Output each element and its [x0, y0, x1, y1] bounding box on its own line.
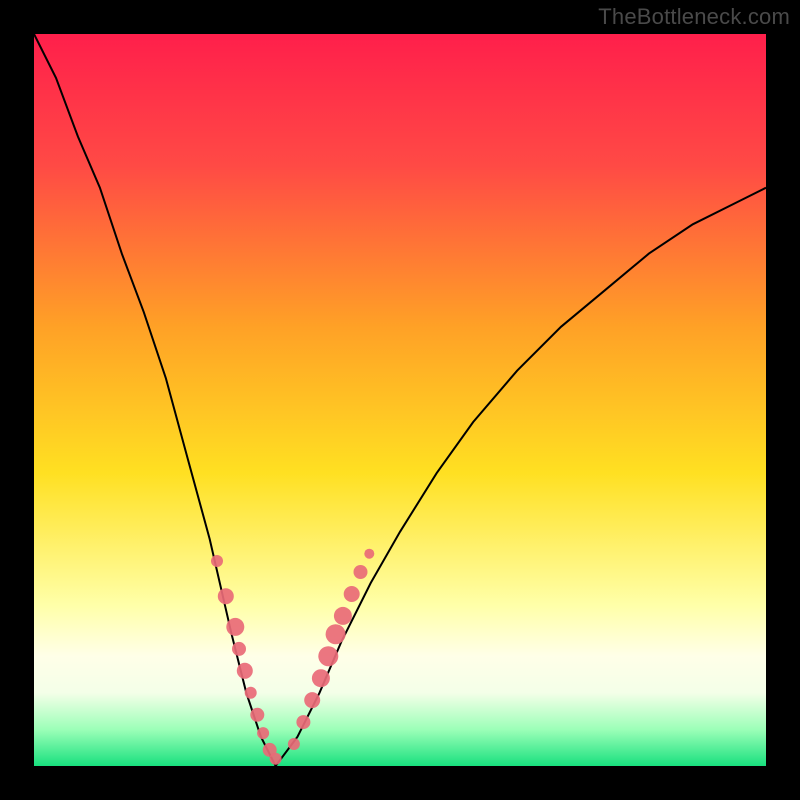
marker-left [270, 753, 282, 765]
marker-left [257, 727, 269, 739]
marker-right [364, 549, 374, 559]
marker-left [250, 708, 264, 722]
marker-left [237, 663, 253, 679]
marker-right [326, 624, 346, 644]
marker-right [304, 692, 320, 708]
marker-right [296, 715, 310, 729]
marker-left [218, 588, 234, 604]
marker-left [245, 687, 257, 699]
marker-left [226, 618, 244, 636]
plot-area [34, 34, 766, 766]
marker-right [312, 669, 330, 687]
chart-frame: TheBottleneck.com [0, 0, 800, 800]
marker-right [288, 738, 300, 750]
marker-right [334, 607, 352, 625]
bottleneck-chart [34, 34, 766, 766]
marker-left [232, 642, 246, 656]
marker-right [354, 565, 368, 579]
watermark-label: TheBottleneck.com [598, 4, 790, 30]
marker-right [344, 586, 360, 602]
marker-left [211, 555, 223, 567]
marker-right [318, 646, 338, 666]
